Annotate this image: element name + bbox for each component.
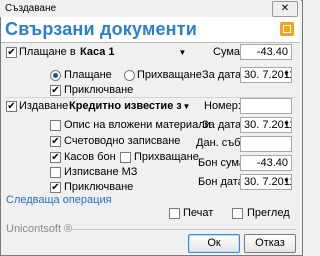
cash-name[interactable]: Каса 1 [80,46,115,58]
preview-checkbox[interactable] [232,208,243,219]
payment-posting-checkbox[interactable]: ✔ [50,85,61,96]
radio-receipt[interactable] [124,70,135,81]
receipt-amount-field[interactable]: -43.40 [240,155,292,171]
issue-date-dropdown-icon[interactable]: ▼ [280,118,293,132]
radio-receipt-label: Прихващане [137,69,202,81]
cash-dropdown-icon[interactable]: ▼ [176,46,189,60]
footer-divider [72,229,296,230]
cancel-button[interactable]: Отказ [244,234,296,253]
mz-label: Изписване МЗ [64,166,138,178]
ok-button[interactable]: Ок [188,234,240,253]
radio-payment-label: Плащане [64,69,112,81]
next-operation-link[interactable]: Следваща операция [6,194,112,206]
radio-payment[interactable] [50,70,61,81]
issue-posting-label: Приключване [64,181,134,193]
event-date-field[interactable] [240,136,292,152]
payment-posting-label: Приключване [64,84,134,96]
banner-title: Свързани документи [5,19,198,39]
preview-label: Преглед [247,207,290,219]
app-icon [280,22,294,36]
window-title: Създаване [5,3,57,14]
attached-materials-checkbox[interactable] [50,120,61,131]
footer-brand: Unicontsoft ® [6,223,73,235]
issue-posting-checkbox[interactable]: ✔ [50,182,61,193]
payment-date-dropdown-icon[interactable]: ▼ [280,68,293,82]
receipt-date-dropdown-icon[interactable]: ▼ [280,175,293,189]
number-label: Номер: [204,100,241,112]
accounting-label: Счетоводно записване [64,135,181,147]
number-field[interactable] [240,98,292,114]
print-label: Печат [183,207,214,219]
doc-type[interactable]: Кредитно известие за прода: [69,100,181,112]
amount-label: Сума: [213,46,244,58]
issue-checkbox[interactable]: ✔ [6,101,17,112]
mz-checkbox[interactable] [50,167,61,178]
issue-label: Издаване [19,100,69,112]
amount-field[interactable]: -43.40 [240,44,292,60]
attached-materials-label: Опис на вложени материали [64,119,211,131]
accounting-checkbox[interactable]: ✔ [50,136,61,147]
doc-type-dropdown-icon[interactable]: ▼ [180,100,193,114]
print-checkbox[interactable] [169,208,180,219]
cash-receipt-checkbox[interactable]: ✔ [50,152,61,163]
close-button[interactable]: ✕ [272,1,298,17]
payment-checkbox[interactable]: ✔ [6,47,17,58]
cash-receipt-label: Касов бон [64,151,116,163]
issue-date-label: За дата: [202,119,245,131]
offset-label: Прихващане [134,151,199,163]
payment-date-label: За дата: [202,69,245,81]
payment-label: Плащане в [19,46,76,58]
offset-checkbox[interactable] [120,152,131,163]
divider [1,42,300,43]
